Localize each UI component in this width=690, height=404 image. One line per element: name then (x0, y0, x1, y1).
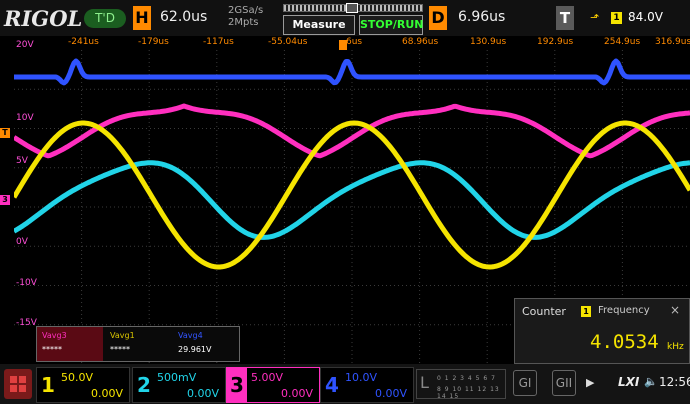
volt-label: 10V (16, 113, 34, 123)
logic-label: L (420, 373, 429, 392)
volt-label: 0V (16, 237, 28, 247)
measurement-label: Vavg4 (178, 331, 203, 340)
channel-4-trace (14, 58, 690, 86)
timebase-value[interactable]: 62.0us (160, 9, 207, 25)
measurement-value: 29.961V (178, 345, 212, 354)
measurement-panel: Vavg3 ***** Vavg1 ***** Vavg4 29.961V (36, 326, 240, 362)
time-label: -117us (203, 37, 234, 47)
channel-1-box[interactable]: 1 50.0V 0.00V (36, 367, 130, 403)
time-label: 130.9us (470, 37, 507, 47)
generator-1-button[interactable]: GI (513, 370, 537, 396)
top-bar: RIGOL T'D H 62.0us 2GSa/s 2Mpts Measure … (0, 0, 690, 36)
channel-number: 3 (227, 368, 247, 402)
channel-scale: 5.00V (251, 371, 284, 384)
play-icon[interactable]: ▶ (586, 376, 594, 389)
time-label: 316.9us (655, 37, 690, 47)
logic-analyzer-box[interactable]: L 0 1 2 3 4 5 6 7 8 9 10 11 12 13 14 15 (416, 369, 506, 400)
grid-menu-icon (10, 376, 26, 392)
volt-label: 5V (16, 156, 28, 166)
time-label: -241us (68, 37, 99, 47)
channel-2-box[interactable]: 2 500mV 0.00V (132, 367, 226, 403)
trigger-level[interactable]: 84.0V (628, 10, 663, 24)
measurement-vavg3[interactable]: Vavg3 ***** (37, 327, 103, 361)
time-label: 254.9us (604, 37, 641, 47)
channel-offset: 0.00V (375, 387, 408, 400)
home-menu-button[interactable] (4, 369, 32, 399)
counter-title: Counter (522, 305, 566, 318)
memory-window-icon (346, 3, 358, 13)
time-label: -179us (138, 37, 169, 47)
channel-3-offset-marker[interactable]: 3 (0, 195, 10, 205)
volt-label: -10V (16, 278, 37, 288)
measurement-vavg4[interactable]: Vavg4 29.961V (173, 327, 239, 361)
channel-offset: 0.00V (91, 387, 124, 400)
channel-offset: 0.00V (187, 387, 220, 400)
counter-mode[interactable]: Frequency (598, 305, 650, 316)
counter-value: 4.0534 (590, 331, 659, 353)
delay-value[interactable]: 6.96us (458, 9, 505, 25)
channel-number: 1 (41, 373, 55, 397)
measurement-vavg1[interactable]: Vavg1 ***** (105, 327, 171, 361)
speaker-icon[interactable]: 🔈 (644, 375, 658, 388)
rising-edge-icon: ⬏ (590, 11, 600, 24)
run-state-badge[interactable]: T'D (84, 9, 126, 28)
trigger-source-badge: 1 (611, 12, 622, 24)
trigger-level-marker[interactable]: T (0, 128, 10, 138)
system-clock: 12:56 (659, 375, 690, 389)
channel-scale: 50.0V (61, 371, 94, 384)
volt-label: 20V (16, 40, 34, 50)
channel-3-box[interactable]: 3 5.00V 0.00V (226, 367, 320, 403)
bottom-bar: 1 50.0V 0.00V 2 500mV 0.00V 3 5.00V 0.00… (0, 364, 690, 404)
volt-label: -15V (16, 318, 37, 328)
brand-logo: RIGOL (4, 6, 83, 31)
sample-rate: 2GSa/s (228, 5, 264, 16)
horizontal-tag[interactable]: H (133, 6, 151, 30)
time-label: 68.96us (402, 37, 439, 47)
measurement-value: ***** (110, 345, 130, 354)
trigger-position-marker[interactable] (339, 40, 347, 50)
logic-channels-high: 8 9 10 11 12 13 14 15 (437, 386, 500, 400)
measurement-label: Vavg3 (42, 331, 67, 340)
channel-number: 4 (325, 373, 339, 397)
counter-unit: kHz (667, 342, 684, 352)
measurement-label: Vavg1 (110, 331, 135, 340)
memory-depth: 2Mpts (228, 17, 259, 28)
time-label: -55.04us (268, 37, 308, 47)
logic-channels-low: 0 1 2 3 4 5 6 7 (437, 375, 496, 382)
time-label: 6us (346, 37, 363, 47)
channel-offset: 0.00V (281, 387, 314, 400)
channel-4-box[interactable]: 4 10.0V 0.00V (320, 367, 414, 403)
stop-run-button[interactable]: STOP/RUN (359, 15, 423, 35)
channel-number: 2 (137, 373, 151, 397)
close-icon[interactable]: × (670, 303, 680, 317)
measurement-value: ***** (42, 345, 62, 354)
time-label: 192.9us (537, 37, 574, 47)
counter-panel[interactable]: Counter 1 Frequency × 4.0534 kHz (514, 298, 690, 364)
measure-button[interactable]: Measure (283, 15, 355, 35)
trigger-tag[interactable]: T (556, 6, 574, 30)
delay-tag[interactable]: D (429, 6, 447, 30)
counter-source-badge: 1 (581, 306, 591, 317)
generator-2-button[interactable]: GII (552, 370, 576, 396)
lxi-logo: LXI (618, 375, 640, 389)
acquisition-info: 2GSa/s 2Mpts (228, 5, 263, 29)
channel-scale: 500mV (157, 371, 197, 384)
channel-scale: 10.0V (345, 371, 378, 384)
